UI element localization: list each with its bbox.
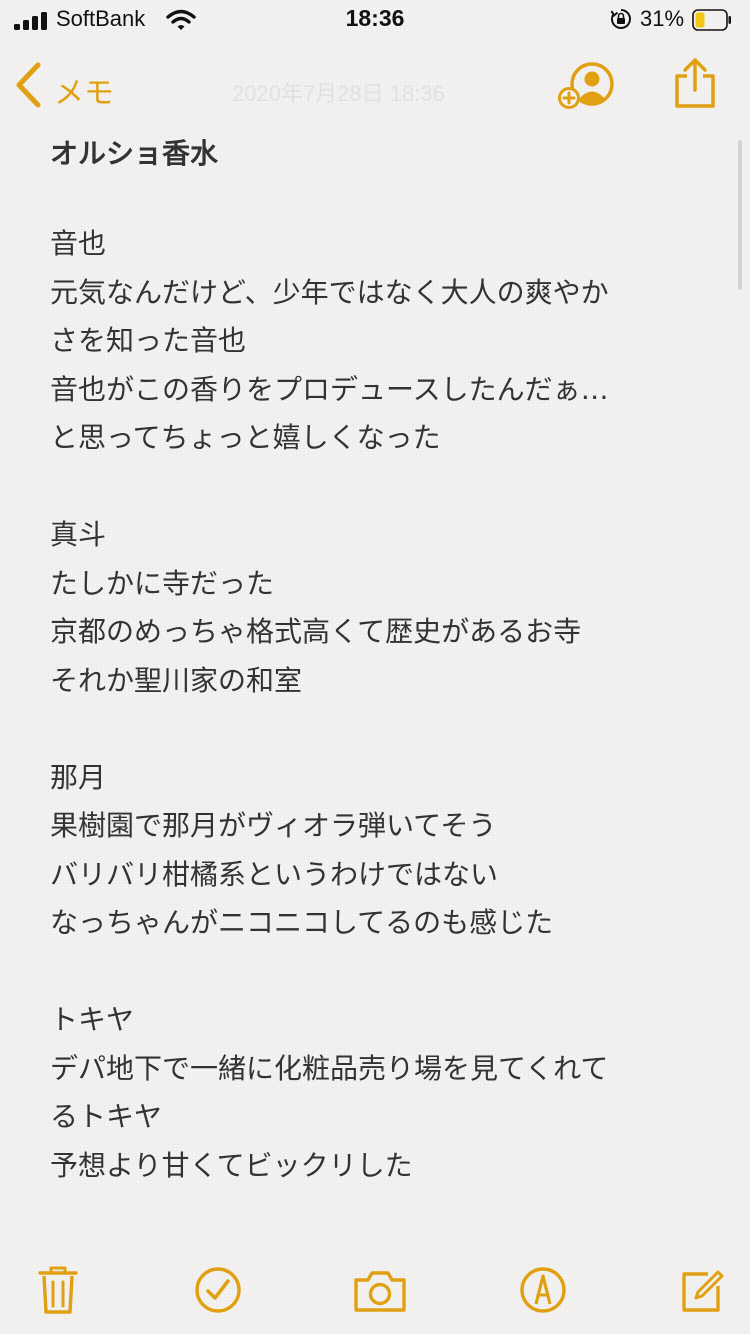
trash-icon[interactable] — [36, 1264, 80, 1316]
back-button-label: メモ — [54, 76, 114, 111]
status-bar: SoftBank 18:36 31% — [0, 0, 750, 40]
note-line: と思ってちょっと嬉しくなった — [50, 421, 441, 454]
note-section: 真斗 たしかに寺だった 京都のめっちゃ格式高くて歴史があるお寺 それか聖川家の和… — [50, 511, 710, 705]
note-line: さを知った音也 — [50, 324, 247, 357]
note-date: 2020年7月28日 18:36 — [232, 81, 445, 106]
note-section: 音也 元気なんだけど、少年ではなく大人の爽やか さを知った音也 音也がこの香りを… — [50, 220, 710, 463]
note-line: 予想より甘くてビックリした — [50, 1148, 413, 1182]
note-line: トキヤ — [50, 1003, 135, 1036]
note-line: 京都のめっちゃ格式高くて歴史があるお寺 — [50, 615, 582, 648]
compose-icon[interactable] — [678, 1264, 726, 1316]
battery-percentage: 31% — [640, 6, 685, 31]
chevron-left-icon — [16, 62, 41, 108]
note-line: なっちゃんがニコニコしてるのも感じた — [50, 906, 554, 939]
clock: 18:36 — [345, 5, 405, 31]
navigation-bar: メモ 2020年7月28日 18:36 — [0, 50, 750, 120]
bottom-toolbar — [0, 1256, 750, 1326]
note-section: トキヤ デパ地下で一緒に化粧品売り場を見てくれて るトキヤ 予想より甘くてビック… — [50, 996, 710, 1190]
note-line: 那月 — [50, 760, 107, 794]
checklist-icon[interactable] — [194, 1264, 242, 1316]
note-line: 音也 — [50, 227, 107, 260]
note-line: 音也がこの香りをプロデュースしたんだぁ… — [50, 372, 609, 406]
camera-icon[interactable] — [352, 1264, 408, 1316]
note-line: デパ地下で一緒に化粧品売り場を見てくれて — [50, 1051, 609, 1085]
note-line: るトキヤ — [50, 1100, 163, 1133]
note-title: オルショ香水 — [50, 137, 219, 170]
note-section: 那月 果樹園で那月がヴィオラ弾いてそう バリバリ柑橘系というわけではない なっち… — [50, 754, 710, 948]
note-body[interactable]: オルショ香水 音也 元気なんだけど、少年ではなく大人の爽やか さを知った音也 音… — [50, 130, 710, 1190]
note-line: 果樹園で那月がヴィオラ弾いてそう — [50, 809, 497, 842]
note-line: それか聖川家の和室 — [50, 663, 303, 697]
share-icon[interactable] — [672, 56, 718, 110]
note-line: たしかに寺だった — [50, 566, 275, 600]
add-person-icon[interactable] — [558, 62, 618, 110]
markup-pen-icon[interactable] — [518, 1264, 568, 1316]
battery-icon — [692, 9, 731, 31]
note-line: バリバリ柑橘系というわけではない — [50, 857, 499, 891]
note-line: 元気なんだけど、少年ではなく大人の爽やか — [50, 275, 609, 309]
orientation-lock-icon — [610, 9, 631, 29]
scroll-indicator[interactable] — [738, 140, 742, 290]
note-line: 真斗 — [50, 518, 107, 551]
